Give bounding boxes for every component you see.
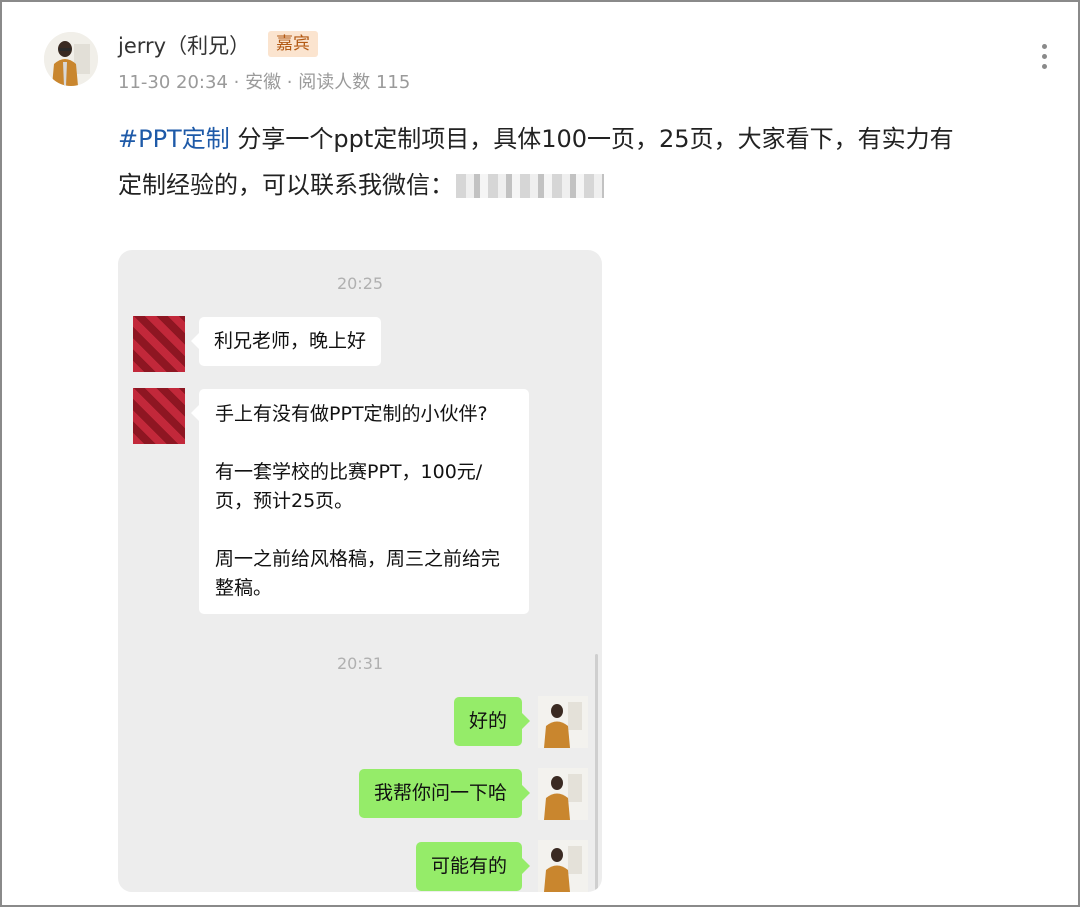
chat-timestamp: 20:31 — [336, 654, 384, 673]
more-vertical-icon[interactable] — [1034, 44, 1054, 74]
message-paragraph: 有一套学校的比赛PPT，100元/页，预计25页。 — [215, 461, 483, 512]
message-paragraph: 手上有没有做PPT定制的小伙伴? — [215, 403, 488, 425]
outgoing-message: 好的 — [453, 697, 531, 746]
contact-avatar — [133, 388, 185, 444]
chat-screenshot[interactable]: 20:25 利兄老师，晚上好 手上有没有做PPT定制的小伙伴? 有一套学校的比赛… — [118, 250, 602, 892]
guest-badge: 嘉宾 — [268, 31, 318, 57]
hashtag-link[interactable]: #PPT定制 — [118, 125, 230, 153]
outgoing-message: 可能有的 — [415, 842, 531, 891]
post-meta: 11-30 20:34 · 安徽 · 阅读人数 115 — [118, 72, 411, 93]
incoming-message: 利兄老师，晚上好 — [190, 317, 382, 366]
self-avatar — [538, 768, 588, 820]
contact-avatar — [133, 316, 185, 372]
outgoing-message: 我帮你问一下哈 — [358, 769, 531, 818]
post-body: #PPT定制 分享一个ppt定制项目，具体100一页，25页，大家看下，有实力有… — [118, 116, 1053, 208]
post-text-line2: 定制经验的，可以联系我微信： — [118, 171, 454, 199]
chat-scrollbar[interactable] — [595, 654, 598, 890]
author-name[interactable]: jerry（利兄） — [118, 30, 250, 60]
message-paragraph: 周一之前给风格稿，周三之前给完整稿。 — [215, 548, 501, 599]
blurred-wechat-id — [456, 174, 604, 198]
self-avatar — [538, 840, 588, 892]
author-avatar[interactable] — [44, 32, 98, 86]
post-text-line1: 分享一个ppt定制项目，具体100一页，25页，大家看下，有实力有 — [229, 125, 954, 153]
incoming-message: 手上有没有做PPT定制的小伙伴? 有一套学校的比赛PPT，100元/页，预计25… — [191, 389, 529, 614]
self-avatar — [538, 696, 588, 748]
chat-timestamp: 20:25 — [336, 274, 384, 293]
